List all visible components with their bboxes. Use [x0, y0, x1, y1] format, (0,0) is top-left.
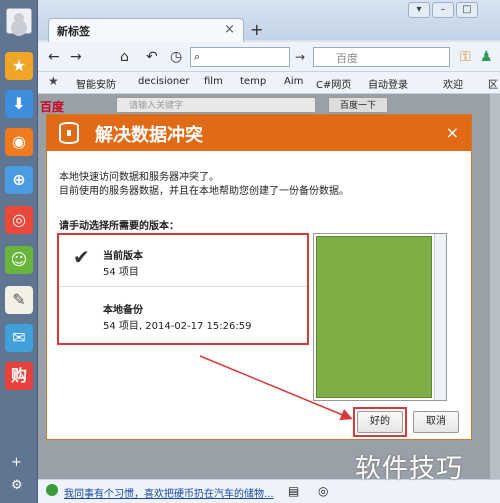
dialog-header: 解决数据冲突 × [47, 115, 471, 151]
ok-button[interactable]: 好的 [357, 411, 403, 433]
navigation-bar: ← → ⌂ ↶ ◷ ⌕ → 百度 ⚿ ♟ [38, 42, 500, 72]
search-engine-placeholder: 百度 [336, 52, 358, 65]
forward-icon[interactable]: → [70, 49, 82, 65]
smiley-icon[interactable]: ☺ [5, 246, 33, 274]
bookmark-item[interactable]: 自动登录 [368, 76, 408, 91]
version-preview [313, 233, 447, 401]
bookmark-item[interactable]: decisioner [138, 76, 189, 87]
version-detail: 54 项目 [103, 267, 139, 278]
home-icon[interactable]: ⌂ [120, 49, 129, 65]
history-icon[interactable]: ◷ [170, 49, 182, 65]
status-news-link[interactable]: 我同事有个习惯，喜欢把硬币扔在汽车的储物... [64, 485, 274, 500]
notepad-icon[interactable]: ✎ [5, 286, 33, 314]
search-input[interactable]: 百度 [313, 47, 450, 67]
mail-icon[interactable]: ✉ [5, 324, 33, 352]
checkmark-icon: ✔ [73, 245, 90, 269]
bookmark-item[interactable]: temp [240, 76, 266, 87]
version-title: 本地备份 [103, 305, 143, 316]
search-icon: ⌕ [194, 50, 201, 63]
news-icon [46, 484, 58, 496]
database-icon [59, 122, 79, 144]
page-scrollbar[interactable] [490, 94, 500, 479]
baidu-search-input[interactable]: 请输入关键字 [116, 97, 316, 113]
status-globe-icon[interactable]: ◎ [318, 484, 328, 498]
baidu-search-button[interactable]: 百度一下 [328, 97, 388, 113]
weibo-icon[interactable]: ◎ [5, 206, 33, 234]
minimize-button[interactable]: – [432, 2, 454, 18]
user-icon[interactable]: ♟ [480, 49, 493, 65]
tab-title: 新标签 [57, 25, 90, 38]
key-icon[interactable]: ⚿ [460, 49, 471, 65]
version-detail: 54 项目, 2014-02-17 15:26:59 [103, 321, 252, 332]
shopping-icon[interactable]: 购 [5, 362, 33, 390]
settings-gear-icon[interactable]: ⚙ [11, 478, 23, 493]
close-icon[interactable]: × [446, 123, 459, 142]
back-icon[interactable]: ← [48, 49, 60, 65]
tab-close-icon[interactable]: × [224, 22, 235, 37]
bookmark-item[interactable]: 欢迎 [443, 76, 463, 91]
star-icon[interactable]: ★ [48, 74, 59, 88]
version-prompt: 请手动选择所需要的版本： [59, 221, 179, 232]
bookmark-item[interactable]: 区 [488, 76, 498, 91]
dialog-description: 本地快速访问数据和服务器冲突了。 目前使用的服务器数据，并且在本地帮助您创建了一… [59, 171, 349, 199]
cancel-button[interactable]: 取消 [413, 411, 459, 433]
bookmark-item[interactable]: film [204, 76, 223, 87]
dialog-title: 解决数据冲突 [95, 125, 203, 146]
watermark-text: 软件技巧 [355, 454, 464, 484]
maximize-button[interactable]: □ [456, 2, 478, 18]
version-item-backup[interactable]: 本地备份 54 项目, 2014-02-17 15:26:59 [59, 289, 307, 341]
resolve-conflict-dialog: 解决数据冲突 × 本地快速访问数据和服务器冲突了。 目前使用的服务器数据，并且在… [46, 114, 472, 440]
favorites-star-icon[interactable]: ★ [5, 52, 33, 80]
go-icon[interactable]: → [295, 50, 305, 64]
description-line: 目前使用的服务器数据，并且在本地帮助您创建了一份备份数据。 [59, 186, 349, 197]
preview-scrollbar[interactable] [434, 234, 446, 400]
rss-icon[interactable]: ◉ [5, 128, 33, 156]
status-chart-icon[interactable]: ▤ [288, 484, 299, 498]
new-tab-button[interactable]: + [250, 20, 263, 39]
preview-image [316, 236, 432, 398]
gamepad-icon[interactable]: ⊕ [5, 166, 33, 194]
bookmark-item[interactable]: C#网页 [316, 76, 351, 91]
download-icon[interactable]: ⬇ [5, 90, 33, 118]
version-item-current[interactable]: ✔ 当前版本 54 项目 [59, 235, 307, 287]
add-icon[interactable]: + [11, 455, 22, 470]
bookmarks-bar: ★ 智能安防 decisioner film temp Aim C#网页 自动登… [38, 72, 500, 94]
description-line: 本地快速访问数据和服务器冲突了。 [59, 172, 219, 183]
undo-icon[interactable]: ↶ [146, 49, 158, 65]
version-list: ✔ 当前版本 54 项目 本地备份 54 项目, 2014-02-17 15:2… [57, 233, 309, 345]
address-bar[interactable]: ⌕ [190, 47, 290, 67]
avatar[interactable] [6, 8, 32, 34]
baidu-logo[interactable]: 百度 [40, 98, 64, 115]
window-menu-button[interactable]: ▾ [408, 2, 430, 18]
bookmark-item[interactable]: 智能安防 [76, 76, 116, 91]
app-dock: ★ ⬇ ◉ ⊕ ◎ ☺ ✎ ✉ 购 + ⚙ [0, 0, 38, 503]
version-title: 当前版本 [103, 251, 143, 262]
tab-new[interactable]: 新标签 × [48, 18, 244, 42]
title-bar: 新标签 × + ▾ – □ [38, 0, 500, 42]
bookmark-item[interactable]: Aim [284, 76, 303, 87]
